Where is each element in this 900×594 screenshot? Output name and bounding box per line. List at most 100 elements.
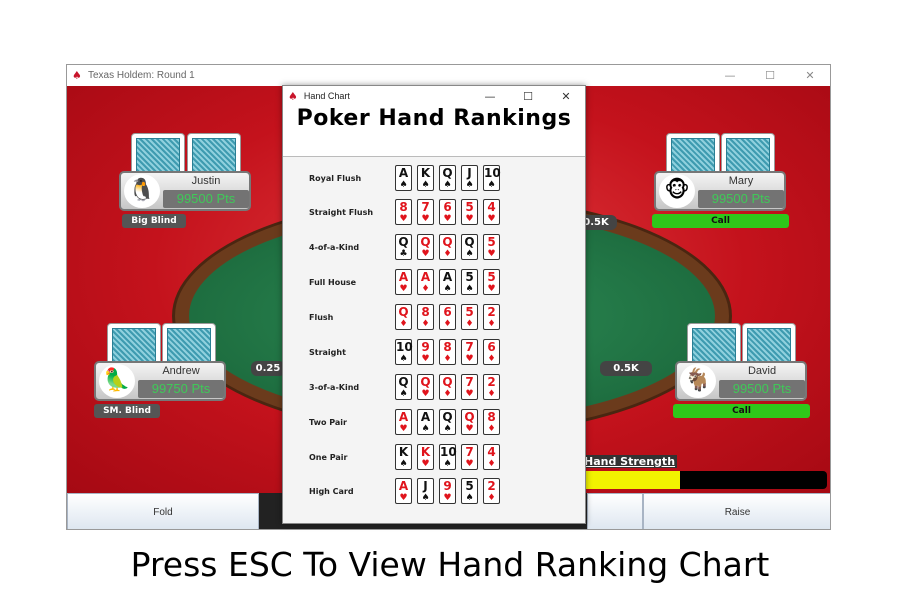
hand-strength-label: Hand Strength [582, 455, 678, 468]
playing-card-icon: A ♠ [417, 409, 434, 435]
ranking-name: High Card [309, 487, 354, 496]
card-suit-icon: ♠ [465, 249, 474, 259]
player-name: Mary [728, 175, 754, 187]
playing-card-icon: A ♠ [395, 165, 412, 191]
ranking-row: Full House A ♥ A ♦ A ♠ 5 ♠ 5 ♥ [283, 269, 585, 299]
hand-chart-titlebar[interactable]: ♠ Hand Chart — ☐ ✕ [283, 86, 585, 106]
card-suit-icon: ♦ [443, 354, 452, 364]
card-rank: 9 [443, 479, 452, 493]
playing-card-icon: Q ♠ [395, 374, 412, 400]
card-suit-icon: ♠ [399, 354, 408, 364]
ranking-name: Straight Flush [309, 208, 374, 217]
ranking-row: Straight Flush 8 ♥ 7 ♥ 6 ♥ 5 ♥ 4 ♥ [283, 199, 585, 229]
card-suit-icon: ♦ [487, 424, 496, 434]
card-rank: 2 [487, 305, 496, 319]
card-rank: 9 [421, 340, 430, 354]
playing-card-icon: 5 ♠ [461, 478, 478, 504]
close-icon[interactable]: ✕ [790, 65, 830, 86]
main-window-title: Texas Holdem: Round 1 [88, 70, 195, 81]
hand-chart-controls: — ☐ ✕ [471, 86, 585, 107]
player-points: 99750 Pts [138, 380, 224, 398]
card-rank: K [420, 166, 431, 180]
ranking-cards: Q ♣ Q ♥ Q ♦ Q ♠ 5 ♥ [395, 234, 500, 260]
main-window-controls: — ☐ ✕ [710, 65, 830, 86]
playing-card-icon: Q ♣ [395, 234, 412, 260]
card-suit-icon: ♠ [399, 180, 408, 190]
card-suit-icon: ♠ [465, 493, 474, 503]
maximize-icon[interactable]: ☐ [509, 86, 547, 106]
card-suit-icon: ♦ [487, 354, 496, 364]
card-suit-icon: ♣ [399, 249, 408, 259]
ranking-name: Two Pair [309, 418, 347, 427]
card-suit-icon: ♠ [443, 424, 452, 434]
playing-card-icon: Q ♦ [439, 374, 456, 400]
ranking-cards: 10 ♠ 9 ♥ 8 ♦ 7 ♥ 6 ♦ [395, 339, 500, 365]
small-blind-badge: SM. Blind [94, 404, 160, 418]
ranking-name: Straight [309, 348, 346, 357]
card-rank: A [442, 270, 453, 284]
hand-strength-meter [582, 471, 827, 489]
ranking-name: Full House [309, 278, 357, 287]
card-suit-icon: ♦ [465, 319, 474, 329]
card-rank: 5 [465, 479, 474, 493]
card-rank: 4 [487, 200, 496, 214]
card-suit-icon: ♥ [399, 424, 408, 434]
playing-card-icon: 9 ♥ [417, 339, 434, 365]
fold-button[interactable]: Fold [67, 493, 259, 529]
card-rank: 5 [465, 305, 474, 319]
ranking-name: 3-of-a-Kind [309, 383, 360, 392]
card-rank: 8 [421, 305, 430, 319]
player-name: David [747, 365, 777, 377]
action-button-partial[interactable] [587, 493, 643, 529]
ranking-row: 4-of-a-Kind Q ♣ Q ♥ Q ♦ Q ♠ 5 ♥ [283, 234, 585, 264]
ranking-cards: Q ♠ Q ♥ Q ♦ 7 ♥ 2 ♦ [395, 374, 500, 400]
card-suit-icon: ♠ [421, 424, 430, 434]
maximize-icon[interactable]: ☐ [750, 65, 790, 86]
card-rank: 2 [487, 479, 496, 493]
playing-card-icon: 7 ♥ [417, 199, 434, 225]
ranking-name: 4-of-a-Kind [309, 243, 360, 252]
card-rank: Q [420, 375, 431, 389]
card-suit-icon: ♦ [487, 493, 496, 503]
card-suit-icon: ♦ [421, 319, 430, 329]
card-rank: 6 [443, 200, 452, 214]
card-rank: Q [398, 375, 409, 389]
ranking-cards: A ♥ J ♠ 9 ♥ 5 ♠ 2 ♦ [395, 478, 500, 504]
card-rank: K [420, 445, 431, 459]
bet-chip-david: 0.5K [600, 361, 652, 376]
playing-card-icon: 5 ♦ [461, 304, 478, 330]
card-rank: A [398, 479, 409, 493]
player-name: Justin [191, 175, 221, 187]
card-rank: 10 [440, 445, 457, 459]
spade-app-icon: ♠ [72, 68, 82, 82]
card-suit-icon: ♥ [443, 214, 452, 224]
minimize-icon[interactable]: — [471, 86, 509, 106]
card-rank: Q [420, 235, 431, 249]
card-suit-icon: ♥ [465, 214, 474, 224]
card-suit-icon: ♥ [443, 493, 452, 503]
close-icon[interactable]: ✕ [547, 86, 585, 106]
ranking-cards: 8 ♥ 7 ♥ 6 ♥ 5 ♥ 4 ♥ [395, 199, 500, 225]
card-suit-icon: ♥ [421, 389, 430, 399]
playing-card-icon: 5 ♥ [461, 199, 478, 225]
card-rank: 6 [487, 340, 496, 354]
playing-card-icon: K ♠ [417, 165, 434, 191]
card-rank: J [467, 166, 472, 180]
playing-card-icon: 2 ♦ [483, 304, 500, 330]
card-suit-icon: ♥ [399, 284, 408, 294]
playing-card-icon: Q ♦ [439, 234, 456, 260]
playing-card-icon: Q ♠ [461, 234, 478, 260]
ranking-cards: A ♠ K ♠ Q ♠ J ♠ 10 ♠ [395, 165, 501, 191]
call-badge: Call [652, 214, 789, 228]
ranking-cards: K ♠ K ♥ 10 ♠ 7 ♥ 4 ♦ [395, 444, 500, 470]
playing-card-icon: 8 ♦ [417, 304, 434, 330]
raise-button[interactable]: Raise [643, 493, 830, 529]
ranking-row: One Pair K ♠ K ♥ 10 ♠ 7 ♥ 4 ♦ [283, 444, 585, 474]
card-suit-icon: ♥ [421, 354, 430, 364]
playing-card-icon: K ♥ [417, 444, 434, 470]
playing-card-icon: 8 ♦ [439, 339, 456, 365]
playing-card-icon: 2 ♦ [483, 478, 500, 504]
playing-card-icon: J ♠ [461, 165, 478, 191]
minimize-icon[interactable]: — [710, 65, 750, 86]
main-titlebar[interactable]: ♠ Texas Holdem: Round 1 — ☐ ✕ [67, 65, 830, 86]
